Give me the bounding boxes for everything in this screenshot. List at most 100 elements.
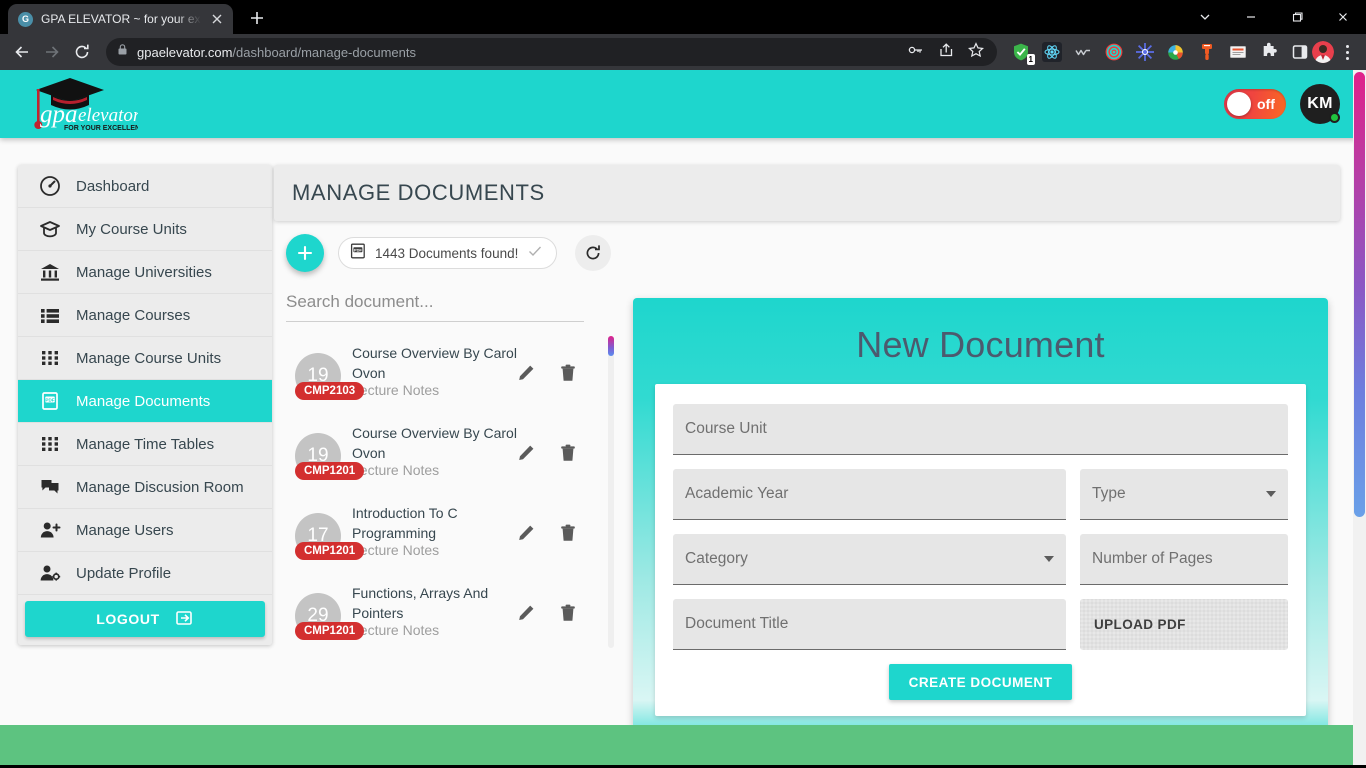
app-header: gpa elevator FOR YOUR EXCELLENCE off KM: [0, 70, 1366, 138]
chrome-profile-avatar[interactable]: [1312, 41, 1334, 63]
browser-window: G GPA ELEVATOR ~ for your excelle: [0, 0, 1366, 768]
user-avatar[interactable]: KM: [1300, 84, 1340, 124]
toggle-label: off: [1257, 96, 1275, 112]
page-scrollbar[interactable]: [1353, 70, 1366, 768]
gpa-elevator-logo[interactable]: gpa elevator FOR YOUR EXCELLENCE: [26, 72, 150, 134]
logout-label: LOGOUT: [96, 611, 160, 627]
type-select[interactable]: Type: [1080, 469, 1288, 520]
grid-dots-icon: [38, 432, 62, 456]
academic-year-field[interactable]: Academic Year: [673, 469, 1066, 520]
status-toggle[interactable]: off: [1224, 89, 1286, 119]
tab-strip: G GPA ELEVATOR ~ for your excelle: [0, 0, 1366, 34]
add-document-button[interactable]: [286, 234, 324, 272]
sidebar-item-dashboard[interactable]: Dashboard: [18, 165, 272, 208]
colorpick-extension-icon[interactable]: [1166, 42, 1186, 62]
sidebar-item-manage-discusion-room[interactable]: Manage Discusion Room: [18, 466, 272, 509]
shield-check-extension-icon[interactable]: 1: [1011, 42, 1035, 65]
forward-arrow-icon[interactable]: [38, 38, 66, 66]
sidebar-item-label: Manage Users: [76, 521, 174, 539]
back-arrow-icon[interactable]: [8, 38, 36, 66]
pencil-icon[interactable]: [516, 363, 536, 388]
sidebar-item-my-course-units[interactable]: My Course Units: [18, 208, 272, 251]
documents-toolbar: PDF 1443 Documents found!: [286, 230, 616, 276]
pencil-icon[interactable]: [516, 603, 536, 628]
user-plus-icon: [38, 518, 62, 542]
list-item[interactable]: 17 Introduction To C Programming Lecture…: [286, 496, 616, 576]
presence-dot: [1329, 112, 1340, 123]
sidebar-item-manage-documents[interactable]: PDF Manage Documents: [18, 380, 272, 423]
sidebar-item-manage-users[interactable]: Manage Users: [18, 509, 272, 552]
page-viewport: gpa elevator FOR YOUR EXCELLENCE off KM: [0, 70, 1366, 768]
reload-icon[interactable]: [68, 38, 96, 66]
notes-extension-icon[interactable]: [1228, 42, 1248, 62]
form-row-title-upload: Document Title UPLOAD PDF: [673, 599, 1288, 650]
search-input[interactable]: [286, 290, 584, 322]
documents-count-chip[interactable]: PDF 1443 Documents found!: [338, 237, 558, 269]
logout-arrow-icon: [174, 608, 194, 631]
chevron-down-icon[interactable]: [1182, 0, 1228, 34]
sidebar-item-manage-time-tables[interactable]: Manage Time Tables: [18, 423, 272, 466]
close-icon[interactable]: [209, 11, 225, 27]
course-unit-field[interactable]: Course Unit: [673, 404, 1288, 455]
password-key-icon[interactable]: [907, 41, 925, 64]
target-circle-extension-icon[interactable]: [1104, 42, 1124, 62]
trash-icon[interactable]: [558, 443, 578, 468]
globe-favicon: G: [18, 11, 33, 27]
trash-icon[interactable]: [558, 603, 578, 628]
sunburst-extension-icon[interactable]: [1135, 42, 1155, 62]
document-title-field[interactable]: Document Title: [673, 599, 1066, 650]
sidepanel-icon[interactable]: [1290, 42, 1310, 62]
honey-extension-icon[interactable]: [1197, 42, 1217, 62]
list-scrollbar-thumb[interactable]: [608, 336, 614, 356]
documents-count-text: 1443 Documents found!: [375, 245, 519, 261]
chevron-down-icon: [1266, 491, 1276, 497]
sidebar-item-manage-courses[interactable]: Manage Courses: [18, 294, 272, 337]
trash-icon[interactable]: [558, 523, 578, 548]
sidebar-item-manage-course-units[interactable]: Manage Course Units: [18, 337, 272, 380]
documents-list[interactable]: 19 Course Overview By Carol Ovon Lecture…: [286, 336, 616, 648]
logout-button[interactable]: LOGOUT: [25, 601, 265, 637]
puzzle-extensions-icon[interactable]: [1259, 42, 1279, 62]
pencil-icon[interactable]: [516, 443, 536, 468]
browser-toolbar: gpaelevator.com/dashboard/manage-documen…: [0, 34, 1366, 70]
create-document-button[interactable]: CREATE DOCUMENT: [888, 664, 1073, 700]
list-item[interactable]: 29 Functions, Arrays And Pointers Lectur…: [286, 576, 616, 648]
minimize-icon[interactable]: [1228, 0, 1274, 34]
url-path: /dashboard/manage-documents: [232, 44, 416, 60]
upload-pdf-button[interactable]: UPLOAD PDF: [1080, 599, 1288, 650]
category-select[interactable]: Category: [673, 534, 1066, 585]
sidebar-item-label: Manage Universities: [76, 263, 212, 281]
type-placeholder: Type: [1092, 485, 1126, 502]
category-placeholder: Category: [685, 550, 748, 567]
page-scrollbar-thumb[interactable]: [1354, 72, 1365, 517]
refresh-button[interactable]: [575, 235, 612, 271]
browser-tab[interactable]: G GPA ELEVATOR ~ for your excelle: [8, 4, 233, 34]
react-devtools-extension-icon[interactable]: [1042, 42, 1062, 62]
address-bar[interactable]: gpaelevator.com/dashboard/manage-documen…: [106, 38, 997, 66]
search-field-wrapper: [286, 290, 584, 322]
svg-text:PDF: PDF: [45, 397, 54, 402]
pencil-icon[interactable]: [516, 523, 536, 548]
list-item[interactable]: 19 Course Overview By Carol Ovon Lecture…: [286, 336, 616, 416]
number-of-pages-field[interactable]: Number of Pages: [1080, 534, 1288, 585]
close-window-icon[interactable]: [1320, 0, 1366, 34]
wappalyzer-extension-icon[interactable]: [1073, 42, 1093, 62]
sidebar-item-manage-universities[interactable]: Manage Universities: [18, 251, 272, 294]
list-item[interactable]: 19 Course Overview By Carol Ovon Lecture…: [286, 416, 616, 496]
window-controls: [1182, 0, 1366, 34]
bookmark-star-icon[interactable]: [967, 41, 985, 64]
extension-badge-count: 1: [1026, 54, 1035, 65]
share-icon[interactable]: [937, 41, 955, 64]
sidebar-item-update-profile[interactable]: Update Profile: [18, 552, 272, 595]
sidebar-item-label: Manage Discusion Room: [76, 478, 244, 496]
new-tab-button[interactable]: [243, 4, 271, 32]
trash-icon[interactable]: [558, 363, 578, 388]
page-title: MANAGE DOCUMENTS: [292, 180, 545, 205]
maximize-icon[interactable]: [1274, 0, 1320, 34]
browser-menu-icon[interactable]: [1336, 41, 1358, 63]
sidebar-item-label: Manage Time Tables: [76, 435, 215, 453]
row-actions: [516, 443, 578, 468]
pdf-file-icon: PDF: [38, 389, 62, 413]
document-title: Functions, Arrays And Pointers: [352, 585, 489, 621]
list-scrollbar[interactable]: [608, 336, 614, 648]
